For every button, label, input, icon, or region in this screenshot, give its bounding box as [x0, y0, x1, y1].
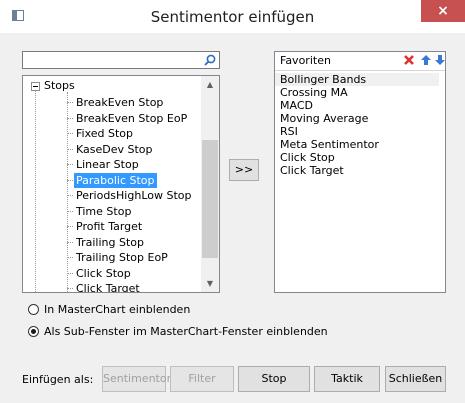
favorite-item[interactable]: Click Target	[275, 164, 445, 177]
tree-item[interactable]: BreakEven Stop	[67, 95, 203, 110]
move-up-icon[interactable]	[420, 53, 432, 67]
tree-connector	[67, 241, 73, 243]
tree-item-label: Click Target	[76, 282, 140, 292]
stop-button[interactable]: Stop	[238, 366, 310, 392]
favorites-header: Favoriten	[275, 52, 445, 71]
scroll-thumb[interactable]	[202, 140, 218, 258]
search-icon[interactable]	[204, 54, 216, 66]
favorites-panel: Favoriten Bollinger Bands Crossing MA MACD…	[274, 51, 446, 293]
add-to-favorites-button[interactable]: >>	[229, 159, 259, 181]
insert-as-label: Einfügen als:	[22, 373, 94, 386]
tree-item-label: Parabolic Stop	[74, 172, 157, 188]
tree-item[interactable]: Click Stop	[67, 266, 203, 281]
tree-item[interactable]: Profit Target	[67, 219, 203, 234]
tree-connector	[67, 210, 73, 212]
search-input[interactable]	[22, 51, 220, 69]
window-title: Sentimentor einfügen	[150, 8, 315, 26]
favorites-list[interactable]: Bollinger Bands Crossing MA MACD Moving Ave…	[275, 73, 445, 177]
tree-item[interactable]: Linear Stop	[67, 157, 203, 172]
tree-item[interactable]: Trailing Stop EoP	[67, 250, 203, 265]
option-subwindow-label: Als Sub-Fenster im MasterChart-Fenster e…	[44, 325, 328, 338]
favorites-title: Favoriten	[280, 54, 331, 67]
filter-button[interactable]: Filter	[170, 366, 234, 392]
tree-item-label: KaseDev Stop	[76, 142, 153, 156]
tree-connector	[67, 257, 73, 258]
tree-connector	[67, 102, 73, 103]
radio-subwindow[interactable]	[28, 326, 39, 337]
tree-item-label: BreakEven Stop EoP	[76, 111, 188, 125]
tree-item-label: Profit Target	[76, 220, 143, 233]
taktik-button[interactable]: Taktik	[314, 366, 380, 392]
tree-connector	[67, 272, 73, 274]
tree-root-line	[35, 86, 36, 292]
close-button[interactable]: ×	[421, 0, 465, 22]
sentimentor-tree[interactable]: Stops BreakEven Stop BreakEven Stop EoP Fi…	[22, 75, 220, 293]
title-bar: Sentimentor einfügen ×	[0, 0, 465, 33]
tree-item-label: Click Stop	[76, 266, 131, 280]
collapse-icon[interactable]	[31, 82, 40, 91]
tree-item[interactable]: Click Target	[67, 281, 203, 292]
tree-connector	[67, 195, 73, 196]
tree-item-label: Fixed Stop	[76, 127, 134, 140]
tree-scrollbar[interactable]: ▲ ▼	[201, 76, 219, 292]
tree-connector	[67, 133, 73, 134]
radio-masterchart[interactable]	[28, 304, 39, 315]
tree-item-label: Trailing Stop	[76, 235, 144, 249]
tree-item[interactable]: KaseDev Stop	[67, 142, 203, 157]
tree-root-label[interactable]: Stops	[44, 79, 75, 93]
tree-item[interactable]: Parabolic Stop	[67, 172, 203, 188]
favorite-item[interactable]: Moving Average	[275, 112, 445, 125]
close-dialog-button[interactable]: Schließen	[385, 366, 446, 392]
option-masterchart-label: In MasterChart einblenden	[44, 303, 191, 316]
tree-connector	[67, 226, 73, 227]
tree-item[interactable]: BreakEven Stop EoP	[67, 111, 203, 126]
delete-icon[interactable]	[402, 53, 416, 67]
sentimentor-button[interactable]: Sentimentor	[102, 366, 171, 392]
tree-connector	[67, 117, 73, 119]
tree-connector	[67, 164, 73, 165]
tree-item-label: Time Stop	[76, 204, 132, 218]
tree-item[interactable]: Trailing Stop	[67, 235, 203, 250]
favorite-item[interactable]: Crossing MA	[275, 86, 445, 99]
scroll-down-arrow-icon[interactable]: ▼	[201, 275, 219, 292]
favorite-item[interactable]: Meta Sentimentor	[275, 138, 445, 151]
favorite-item[interactable]: MACD	[275, 99, 445, 112]
favorite-item[interactable]: Bollinger Bands	[275, 73, 439, 86]
tree-item-label: PeriodsHighLow Stop	[76, 189, 192, 202]
tree-item[interactable]: Fixed Stop	[67, 126, 203, 141]
tree-item[interactable]: PeriodsHighLow Stop	[67, 188, 203, 203]
tree-connector	[67, 148, 73, 150]
tree-content: Stops BreakEven Stop BreakEven Stop EoP Fi…	[23, 76, 203, 292]
tree-item-label: Linear Stop	[76, 158, 139, 171]
tree-item-label: BreakEven Stop	[76, 96, 164, 109]
favorite-item[interactable]: Click Stop	[275, 151, 445, 164]
tree-connector	[67, 288, 73, 289]
tree-connector	[67, 179, 73, 181]
tree-item[interactable]: Time Stop	[67, 204, 203, 219]
tree-item-label: Trailing Stop EoP	[76, 251, 168, 264]
scroll-up-arrow-icon[interactable]: ▲	[201, 76, 219, 93]
favorite-item[interactable]: RSI	[275, 125, 445, 138]
move-down-icon[interactable]	[434, 53, 446, 67]
